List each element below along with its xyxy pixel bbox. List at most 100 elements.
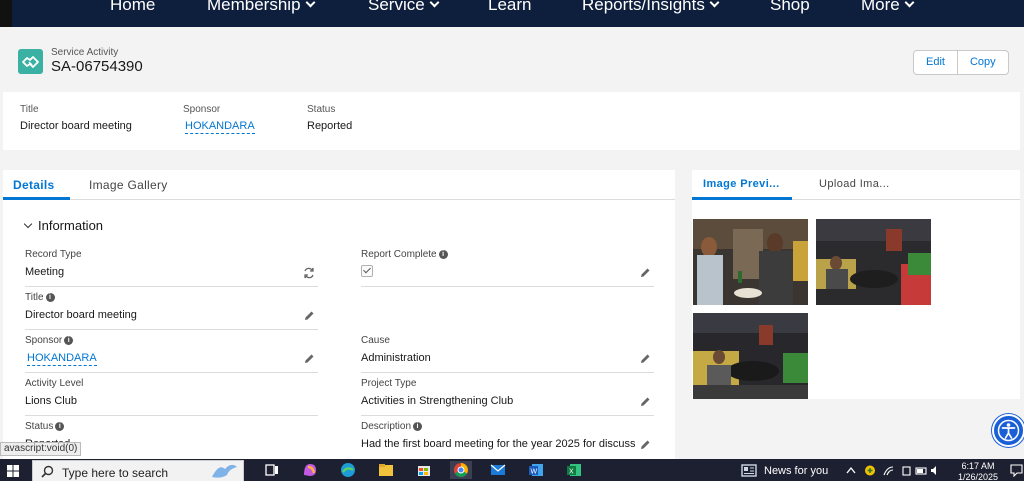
chrome-browser-icon[interactable] <box>450 461 472 479</box>
nav-item-shop[interactable]: Shop <box>770 0 810 15</box>
mail-icon[interactable] <box>488 461 508 479</box>
field-label: Record Type <box>25 249 82 260</box>
news-widget-icon[interactable] <box>739 461 759 479</box>
field-label: Sponsor i <box>25 335 318 346</box>
active-tab-indicator <box>3 197 70 200</box>
highlight-title: Title Director board meeting <box>20 104 132 132</box>
record-header: Service Activity SA-06754390 Edit Copy <box>3 33 1020 85</box>
windows-start-icon[interactable] <box>7 465 19 477</box>
change-record-type-icon[interactable] <box>302 266 316 280</box>
nav-item-home[interactable]: Home <box>110 0 155 15</box>
taskbar-clock[interactable]: 6:17 AM 1/26/2025 <box>958 461 998 481</box>
field-activity-level: Activity Level Lions Club <box>25 378 318 416</box>
field-label: Status i <box>25 421 318 432</box>
tab-upload-image[interactable]: Upload Ima... <box>819 178 890 190</box>
highlight-value: Reported <box>307 120 353 132</box>
gallery-photo[interactable] <box>693 313 808 399</box>
nav-item-membership[interactable]: Membership <box>207 0 315 15</box>
section-toggle-information[interactable]: Information <box>23 218 103 233</box>
field-value: Lions Club <box>25 395 77 407</box>
info-icon[interactable]: i <box>55 422 65 431</box>
field-value: Director board meeting <box>25 309 137 321</box>
field-label-text: Sponsor <box>25 335 63 346</box>
system-tray-icons[interactable] <box>845 464 940 477</box>
highlight-label: Status <box>307 104 336 115</box>
image-preview-card: Image Previ... Upload Ima... <box>692 170 1020 399</box>
info-icon[interactable]: i <box>413 422 423 431</box>
copy-button[interactable]: Copy <box>956 51 1008 74</box>
word-icon[interactable]: W <box>526 461 546 479</box>
edit-button[interactable]: Edit <box>914 51 957 74</box>
field-record-type: Record Type Meeting <box>25 249 318 287</box>
report-complete-checkbox <box>361 265 373 277</box>
details-tabs: Details Image Gallery <box>3 170 675 200</box>
excel-icon[interactable]: X <box>564 461 584 479</box>
top-navigation: Home Membership Service Learn Reports/In… <box>0 0 1024 27</box>
edge-browser-icon[interactable] <box>338 461 358 479</box>
file-explorer-icon[interactable] <box>376 461 396 479</box>
chevron-down-icon <box>429 0 440 8</box>
nav-item-learn[interactable]: Learn <box>488 0 531 15</box>
pencil-icon[interactable] <box>638 438 652 452</box>
chevron-down-icon <box>23 219 33 229</box>
gallery-photo[interactable] <box>693 219 808 305</box>
pencil-icon[interactable] <box>638 395 652 409</box>
pencil-icon[interactable] <box>302 309 316 323</box>
field-label-text: Status <box>25 421 54 432</box>
nav-item-reports[interactable]: Reports/Insights <box>582 0 720 15</box>
info-icon[interactable]: i <box>64 336 74 345</box>
store-icon[interactable] <box>414 461 434 479</box>
taskbar-search[interactable]: Type here to search <box>32 460 244 481</box>
nav-item-service[interactable]: Service <box>368 0 440 15</box>
gallery-photo[interactable] <box>816 219 931 305</box>
tab-details[interactable]: Details <box>13 178 54 192</box>
taskbar: Type here to search W X News for you 6:1… <box>0 459 1024 481</box>
header-actions: Edit Copy <box>913 50 1009 75</box>
news-widget-label[interactable]: News for you <box>764 465 828 477</box>
sponsor-link[interactable]: HOKANDARA <box>185 120 255 134</box>
field-label-text: Description <box>361 421 412 432</box>
chevron-down-icon <box>305 0 315 8</box>
field-label: Activity Level <box>25 378 84 389</box>
pencil-icon[interactable] <box>638 352 652 366</box>
chevron-down-icon <box>709 0 720 8</box>
bird-widget-icon <box>212 464 237 478</box>
highlight-value: Director board meeting <box>20 120 132 132</box>
field-description: Description i Had the first board meeting… <box>361 421 654 459</box>
details-card: Details Image Gallery Information Record… <box>3 170 675 460</box>
copilot-icon[interactable] <box>300 461 320 479</box>
field-label: Report Complete i <box>361 249 654 260</box>
object-label: Service Activity <box>51 47 119 58</box>
notifications-icon[interactable] <box>1010 464 1023 477</box>
sponsor-field-link[interactable]: HOKANDARA <box>27 352 97 366</box>
field-cause: Cause Administration <box>361 335 654 373</box>
section-title: Information <box>38 218 104 233</box>
nav-item-label: Home <box>110 0 156 14</box>
field-value: Administration <box>361 352 431 364</box>
svg-text:X: X <box>569 469 574 476</box>
info-icon[interactable]: i <box>438 250 448 259</box>
field-value: Had the first board meeting for the year… <box>361 438 636 450</box>
pencil-icon[interactable] <box>638 266 652 280</box>
highlight-status: Status Reported <box>307 104 352 132</box>
search-icon <box>41 465 54 478</box>
nav-item-label: More <box>861 0 900 14</box>
task-view-icon[interactable] <box>262 461 282 479</box>
chevron-down-icon <box>904 0 915 8</box>
nav-edge <box>0 0 12 27</box>
field-label: Title i <box>25 292 318 303</box>
nav-item-more[interactable]: More <box>861 0 915 15</box>
info-icon[interactable]: i <box>45 293 55 302</box>
tab-image-gallery[interactable]: Image Gallery <box>89 178 168 192</box>
highlights-panel: Title Director board meeting Sponsor HOK… <box>3 92 1020 150</box>
accessibility-button[interactable] <box>992 414 1024 447</box>
field-project-type: Project Type Activities in Strengthening… <box>361 378 654 416</box>
nav-item-label: Learn <box>488 0 532 14</box>
field-label: Project Type <box>361 378 417 389</box>
pencil-icon[interactable] <box>302 352 316 366</box>
nav-item-label: Shop <box>770 0 810 14</box>
tab-image-preview[interactable]: Image Previ... <box>703 178 780 190</box>
field-label: Description i <box>361 421 654 432</box>
svg-text:W: W <box>531 469 538 476</box>
accessibility-icon <box>997 419 1020 442</box>
